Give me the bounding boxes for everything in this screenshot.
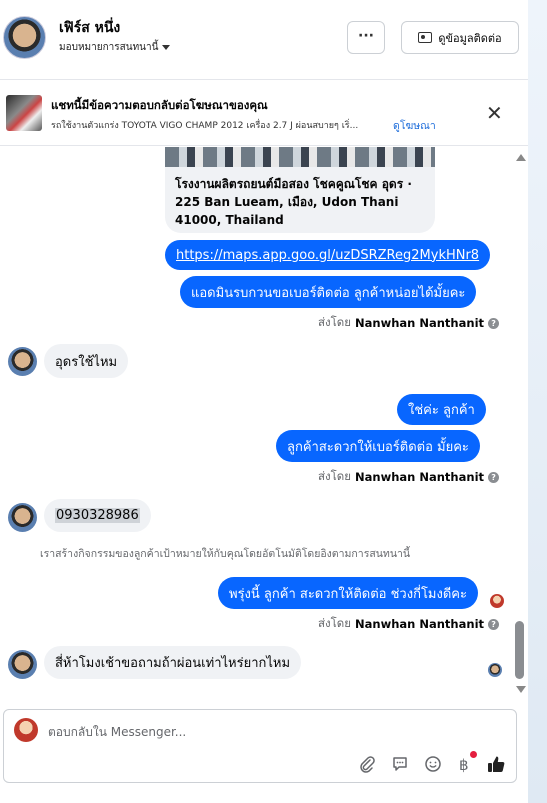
info-icon[interactable]: ? xyxy=(488,618,500,630)
system-note: เราสร้างกิจกรรมของลูกค้าเป้าหมายให้กับคุ… xyxy=(40,548,411,560)
ad-thumbnail[interactable] xyxy=(6,95,42,131)
assign-conversation-dropdown[interactable]: มอบหมายการสนทนานี้ xyxy=(59,40,171,55)
thumbs-up-icon[interactable] xyxy=(486,754,506,774)
more-options-button[interactable]: ··· xyxy=(347,21,385,54)
customer-avatar[interactable] xyxy=(8,347,37,376)
notification-dot xyxy=(470,751,477,758)
sent-by-note: ส่งโดย Nanwhan Nanthanit ? xyxy=(318,468,500,486)
map-image xyxy=(165,147,435,167)
info-icon[interactable]: ? xyxy=(488,317,500,329)
view-ad-link[interactable]: ดูโฆษณา xyxy=(393,117,436,134)
sent-by-note: ส่งโดย Nanwhan Nanthanit ? xyxy=(318,314,500,332)
agent-name: Nanwhan Nanthanit xyxy=(355,316,485,330)
customer-avatar[interactable] xyxy=(8,650,37,679)
contact-card-icon xyxy=(418,32,433,43)
outgoing-message[interactable]: แอดมินรบกวนขอเบอร์ติดต่อ ลูกค้าหน่อยได้ม… xyxy=(180,276,477,308)
caret-down-icon xyxy=(162,45,171,50)
conversation-panel: เฟิร์ส หนึ่ง มอบหมายการสนทนานี้ ··· ดูข้… xyxy=(0,0,528,803)
reply-input[interactable]: ตอบกลับใน Messenger... xyxy=(48,723,186,742)
contact-name[interactable]: เฟิร์ส หนึ่ง xyxy=(59,17,120,39)
ad-banner-title: แชทนี้มีข้อความตอบกลับต่อโฆษณาของคุณ xyxy=(51,98,268,112)
incoming-message[interactable]: อุดรใช้ไหม xyxy=(44,344,129,378)
view-contact-label: ดูข้อมูลติดต่อ xyxy=(438,31,502,45)
emoji-icon[interactable] xyxy=(423,754,443,774)
message-composer[interactable]: ตอบกลับใน Messenger... ฿ xyxy=(3,709,517,783)
chat-bubble-icon[interactable] xyxy=(390,754,410,774)
ad-reply-banner: แชทนี้มีข้อความตอบกลับต่อโฆษณาของคุณ รถใ… xyxy=(0,81,528,146)
assign-label: มอบหมายการสนทนานี้ xyxy=(59,42,159,53)
view-contact-button[interactable]: ดูข้อมูลติดต่อ xyxy=(401,21,519,54)
sent-by-note: ส่งโดย Nanwhan Nanthanit ? xyxy=(318,615,500,633)
outgoing-message[interactable]: พรุ่งนี้ ลูกค้า สะดวกให้ติดต่อ ช่วงกี่โม… xyxy=(218,577,478,609)
agent-name: Nanwhan Nanthanit xyxy=(355,617,485,631)
info-icon[interactable]: ? xyxy=(488,471,500,483)
sent-by-prefix: ส่งโดย xyxy=(318,469,352,483)
map-preview-card[interactable]: โรงงานผลิตรถยนต์มือสอง โชคคูณโชค อุดร · … xyxy=(165,147,435,233)
sent-by-prefix: ส่งโดย xyxy=(318,315,352,329)
sent-by-prefix: ส่งโดย xyxy=(318,616,352,630)
ad-banner-subtitle: รถใช้งานตัวแกร่ง TOYOTA VIGO CHAMP 2012 … xyxy=(51,121,359,131)
map-place-name: โรงงานผลิตรถยนต์มือสอง โชคคูณโชค อุดร · … xyxy=(175,177,412,227)
agent-avatar xyxy=(14,718,38,742)
incoming-message[interactable]: 0930328986 xyxy=(44,499,151,532)
window-background xyxy=(528,0,547,803)
phone-number[interactable]: 0930328986 xyxy=(55,508,140,523)
outgoing-message[interactable]: ใช่ค่ะ ลูกค้า xyxy=(397,394,486,425)
close-banner-icon[interactable]: ✕ xyxy=(486,103,503,123)
paperclip-icon[interactable] xyxy=(357,754,377,774)
incoming-message[interactable]: สี่ห้าโมงเช้าขอถามถ้าผ่อนเท่าไหร่ยากไหม xyxy=(44,646,302,679)
outgoing-message[interactable]: ลูกค้าสะดวกให้เบอร์ติดต่อ มั้ยคะ xyxy=(276,430,480,462)
seen-by-avatar xyxy=(488,663,502,677)
agent-name: Nanwhan Nanthanit xyxy=(355,470,485,484)
svg-text:฿: ฿ xyxy=(459,756,469,773)
conversation-header: เฟิร์ส หนึ่ง มอบหมายการสนทนานี้ ··· ดูข้… xyxy=(0,0,528,80)
scroll-down-icon[interactable] xyxy=(516,686,526,693)
seen-by-avatar xyxy=(490,594,504,608)
customer-avatar[interactable] xyxy=(8,503,37,532)
map-link-message[interactable]: https://maps.app.goo.gl/uzDSRZReg2MykHNr… xyxy=(165,240,491,270)
scroll-up-icon[interactable] xyxy=(516,154,526,161)
chat-scrollbar[interactable] xyxy=(513,150,525,700)
contact-avatar[interactable] xyxy=(3,16,46,59)
scrollbar-thumb[interactable] xyxy=(515,621,524,679)
